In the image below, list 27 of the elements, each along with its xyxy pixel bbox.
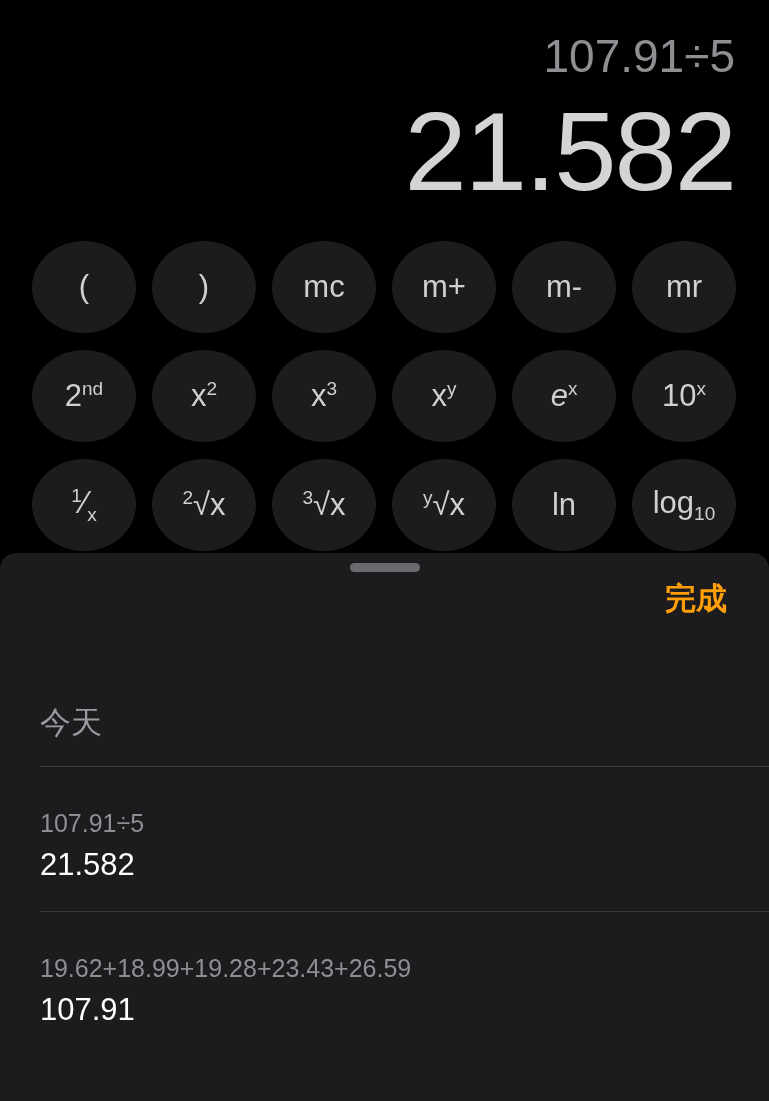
history-expression[interactable]: 19.62+18.99+19.28+23.43+26.59	[40, 952, 769, 984]
calculator-key[interactable]: 2$^{nd}$	[32, 350, 136, 442]
done-button[interactable]: 完成	[665, 578, 727, 620]
calculator-key[interactable]: log$_{10}$	[632, 459, 736, 551]
result-text: 21.582	[404, 90, 735, 214]
calculator-key[interactable]: $^{2}$√x	[152, 459, 256, 551]
calculator-key[interactable]: $^{1}$⁄$_{x}$	[32, 459, 136, 551]
section-title: 今天	[40, 702, 769, 767]
calculator-key[interactable]: 10$^{x}$	[632, 350, 736, 442]
history-result[interactable]: 107.91	[40, 990, 769, 1030]
drag-handle[interactable]	[349, 563, 420, 572]
calculator-key[interactable]: $^{y}$√x	[392, 459, 496, 551]
history-expression[interactable]: 107.91÷5	[40, 807, 769, 839]
calculator-key[interactable]: x$^{y}$	[392, 350, 496, 442]
calculator-key[interactable]: e$^{x}$	[512, 350, 616, 442]
calculator-key[interactable]: ln	[512, 459, 616, 551]
calculator-key[interactable]: )	[152, 241, 256, 333]
calculator-key[interactable]: $^{3}$√x	[272, 459, 376, 551]
calculator-key[interactable]: m+	[392, 241, 496, 333]
history-result[interactable]: 21.582	[40, 845, 769, 885]
calculator-key[interactable]: (	[32, 241, 136, 333]
calculator-key[interactable]: x$^{2}$	[152, 350, 256, 442]
calculator-key[interactable]: m-	[512, 241, 616, 333]
calculator-key[interactable]: mc	[272, 241, 376, 333]
expression-text: 107.91÷5	[543, 29, 735, 84]
calculator-key[interactable]: mr	[632, 241, 736, 333]
calculator-key[interactable]: x$^{3}$	[272, 350, 376, 442]
